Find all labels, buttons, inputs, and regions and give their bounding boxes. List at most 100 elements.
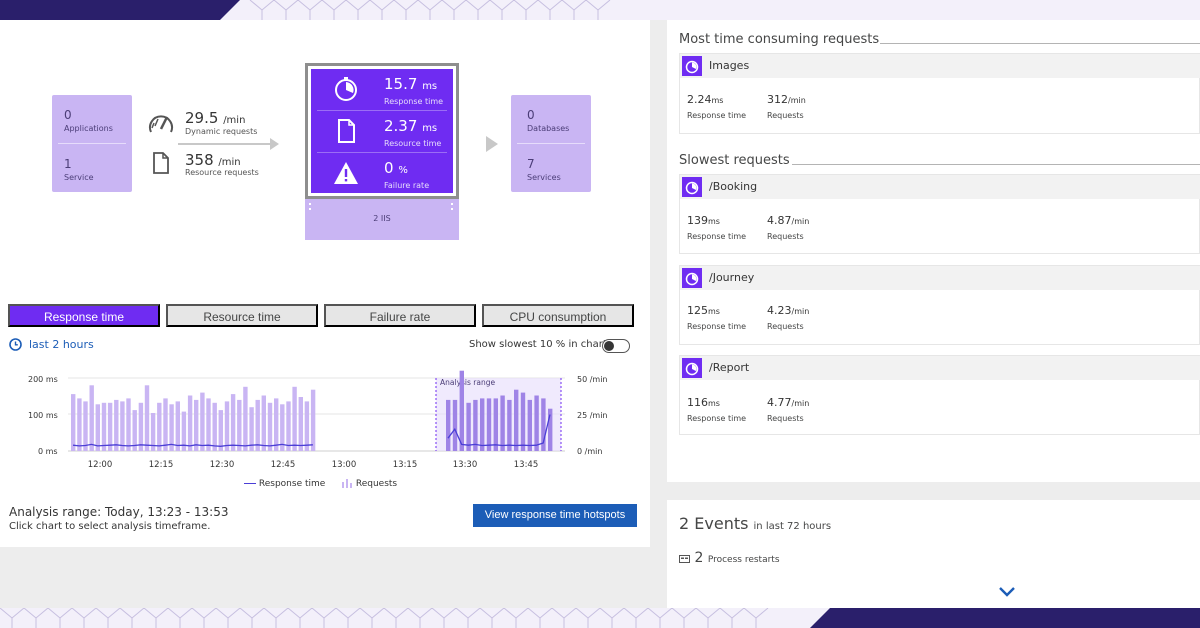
request-card-report[interactable]: /Report 116ms 4.77/min Response time Req… [679, 355, 1200, 435]
selected-service-box[interactable]: 15.7 ms Response time 2.37 ms Resource t… [305, 63, 459, 199]
request-response-time: 2.24 [687, 93, 712, 106]
request-bar [230, 394, 236, 451]
requests-label: Requests [767, 111, 804, 120]
restarts-count: 2 [694, 550, 704, 566]
response-time-label: Response time [384, 97, 444, 106]
request-rate: 4.23 [767, 304, 792, 317]
request-type-icon [682, 177, 702, 197]
failure-rate-unit: % [398, 165, 408, 176]
request-bar [89, 385, 94, 451]
request-bar [83, 401, 88, 451]
resource-requests-label: Resource requests [185, 168, 259, 177]
legend-response-time: Response time [244, 479, 325, 489]
request-bar [459, 370, 464, 451]
request-bar [527, 399, 532, 451]
response-time-unit: ms [422, 81, 438, 92]
request-name: /Booking [709, 180, 758, 193]
failure-rate-value: 0 [384, 159, 394, 177]
flow-arrow-in [178, 138, 279, 150]
request-card-header: /Report [680, 356, 1200, 380]
top-decorative-band [0, 0, 1200, 20]
warning-icon [334, 162, 358, 184]
y-right-tick: 25 /min [577, 411, 608, 420]
request-bar [466, 402, 471, 451]
requests-label: Requests [767, 414, 804, 423]
response-time-chart[interactable]: 200 ms 100 ms 0 ms 50 /min 25 /min 0 /mi… [0, 370, 650, 478]
legend-label: Response time [258, 479, 326, 489]
request-bar [107, 402, 113, 451]
analysis-range-label: Analysis range [440, 378, 495, 387]
request-bar [237, 399, 242, 451]
tab-failure-rate[interactable]: Failure rate [324, 304, 476, 327]
response-time-value: 15.7 [384, 75, 418, 93]
analysis-range-text: Analysis range: Today, 13:23 - 13:53 [9, 505, 229, 519]
tab-cpu-consumption[interactable]: CPU consumption [482, 304, 634, 327]
request-bar [243, 386, 248, 451]
y-left-tick: 100 ms [28, 411, 58, 420]
bar-swatch-icon [342, 479, 352, 488]
restarts-label: Process restarts [707, 555, 780, 565]
callees-divider [517, 143, 585, 144]
slowest-toggle[interactable] [602, 339, 630, 353]
x-tick-label: 12:30 [210, 460, 235, 470]
request-rate-unit: /min [791, 217, 810, 226]
callers-divider [58, 143, 126, 144]
stopwatch-icon [685, 362, 699, 376]
tab-resource-time[interactable]: Resource time [166, 304, 318, 327]
bottom-decorative-band [0, 608, 1200, 628]
callers-box[interactable]: 0 Applications 1 Service [52, 95, 132, 192]
x-axis-ticks: 12:00 12:15 12:30 12:45 13:00 13:15 13:30 13:45 [88, 460, 539, 470]
response-time-label: Response time [687, 414, 747, 423]
resource-requests-unit: /min [218, 157, 241, 168]
view-hotspots-button[interactable]: View response time hotspots [473, 504, 637, 527]
requests-label: Requests [767, 232, 804, 241]
resource-time-row[interactable]: 2.37 ms Resource time [311, 111, 453, 152]
request-rate: 4.77 [767, 396, 792, 409]
request-bar [224, 401, 230, 451]
failure-rate-row[interactable]: 0 % Failure rate [311, 153, 453, 194]
request-rate-unit: /min [788, 96, 806, 105]
request-type-icon [682, 268, 702, 288]
request-bar [163, 398, 168, 451]
request-bar [194, 399, 199, 451]
document-icon [153, 152, 169, 174]
resource-time-label: Resource time [384, 139, 442, 148]
x-tick-label: 13:00 [332, 460, 357, 470]
stopwatch-icon [685, 272, 699, 286]
process-host-box[interactable]: 2 IIS [305, 199, 459, 240]
response-time-label: Response time [687, 111, 747, 120]
requests-label: Requests [767, 322, 804, 331]
request-bar [77, 398, 82, 451]
response-time-row[interactable]: 15.7 ms Response time [311, 69, 453, 110]
request-bar [267, 402, 273, 451]
request-response-unit: ms [708, 217, 720, 226]
x-tick-label: 12:00 [88, 460, 113, 470]
dynamic-requests-unit: /min [223, 115, 246, 126]
process-restarts-row[interactable]: 2 Process restarts [679, 550, 780, 566]
chevron-down-icon[interactable] [998, 586, 1016, 598]
request-bar [95, 404, 100, 451]
timeframe-label: last 2 hours [29, 338, 94, 351]
request-card-booking[interactable]: /Booking 139ms 4.87/min Response time Re… [679, 174, 1200, 254]
request-bar [187, 395, 193, 451]
response-time-label: Response time [687, 232, 747, 241]
databases-label: Databases [527, 124, 570, 133]
drag-handle-icon [451, 203, 453, 210]
events-title: 2 Events in last 72 hours [679, 514, 831, 533]
request-response-unit: ms [708, 307, 720, 316]
request-bar [507, 399, 512, 451]
applications-label: Applications [64, 124, 113, 133]
request-card-images[interactable]: Images 2.24ms 312/min Response time Requ… [679, 53, 1200, 134]
request-rate: 312 [767, 93, 788, 106]
request-bar [446, 399, 451, 451]
request-bar [138, 402, 144, 451]
request-card-journey[interactable]: /Journey 125ms 4.23/min Response time Re… [679, 265, 1200, 345]
stopwatch-icon [685, 181, 699, 195]
section-divider [880, 43, 1200, 44]
request-bar [298, 397, 303, 451]
file-icon [338, 119, 355, 143]
tab-response-time[interactable]: Response time [8, 304, 160, 327]
request-bar [249, 407, 254, 451]
request-bar [261, 395, 266, 451]
callees-box[interactable]: 0 Databases 7 Services [511, 95, 591, 192]
